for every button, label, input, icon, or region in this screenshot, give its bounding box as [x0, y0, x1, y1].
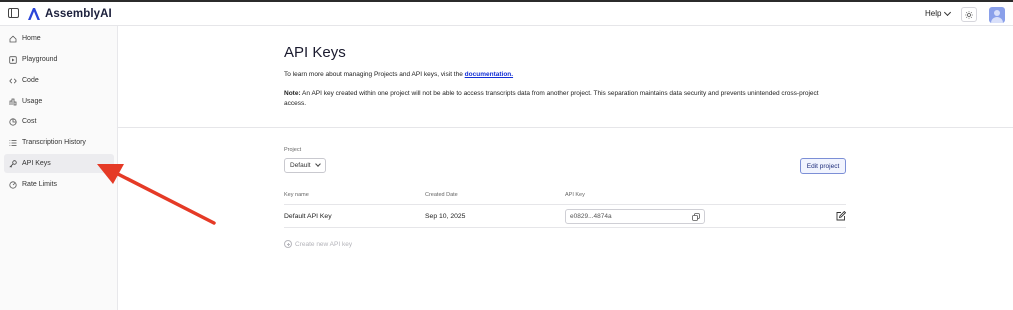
sidebar-item-api-keys[interactable]: API Keys — [4, 154, 114, 173]
avatar-body — [991, 17, 1003, 23]
copy-icon[interactable] — [692, 213, 700, 221]
sidebar-item-label: Usage — [22, 98, 43, 105]
assemblyai-logo-icon — [28, 8, 40, 20]
sidebar: Home Playground Code Usage Cost Transcri… — [0, 26, 118, 310]
code-icon — [9, 77, 17, 85]
note-body: An API key created within one project wi… — [284, 90, 819, 107]
project-label: Project — [284, 147, 302, 153]
bar-chart-icon — [9, 98, 17, 106]
api-key-value: e0829...4874a — [570, 213, 612, 220]
sidebar-item-usage[interactable]: Usage — [4, 92, 114, 111]
chevron-down-icon — [944, 8, 952, 16]
intro-text: To learn more about managing Projects an… — [284, 71, 513, 78]
create-api-key-button[interactable]: Create new API key — [284, 240, 352, 248]
help-label: Help — [925, 9, 942, 18]
avatar[interactable] — [989, 7, 1005, 23]
sidebar-item-transcription-history[interactable]: Transcription History — [4, 133, 114, 152]
brand-name: AssemblyAI — [45, 8, 112, 20]
play-icon — [9, 55, 17, 64]
sidebar-item-label: API Keys — [22, 160, 51, 167]
edit-icon[interactable] — [836, 211, 846, 221]
edit-project-button[interactable]: Edit project — [800, 158, 846, 174]
sidebar-item-label: Code — [22, 77, 39, 84]
column-header-key-name: Key name — [284, 192, 309, 198]
main-content: API Keys To learn more about managing Pr… — [118, 26, 1013, 310]
create-api-key-label: Create new API key — [295, 240, 353, 248]
list-icon — [9, 139, 17, 147]
chevron-down-icon — [314, 161, 321, 167]
sidebar-item-label: Playground — [22, 56, 58, 63]
sidebar-item-home[interactable]: Home — [4, 29, 114, 48]
column-header-created-date: Created Date — [425, 192, 458, 198]
key-name-cell: Default API Key — [284, 213, 332, 220]
note-label: Note: — [284, 90, 301, 97]
pie-chart-icon — [9, 117, 17, 126]
theme-toggle-button[interactable] — [961, 7, 977, 22]
sidebar-item-label: Rate Limits — [22, 181, 58, 188]
sidebar-item-playground[interactable]: Playground — [4, 50, 114, 69]
intro-sentence: To learn more about managing Projects an… — [284, 71, 463, 78]
page-title: API Keys — [284, 44, 346, 61]
api-key-field[interactable]: e0829...4874a — [565, 209, 705, 224]
sidebar-item-cost[interactable]: Cost — [4, 112, 114, 131]
documentation-link[interactable]: documentation. — [465, 71, 513, 78]
sidebar-item-code[interactable]: Code — [4, 71, 114, 90]
help-menu[interactable]: Help — [925, 8, 952, 18]
sun-icon — [965, 10, 973, 19]
section-divider — [118, 127, 1013, 128]
top-bar: AssemblyAI Help — [0, 0, 1013, 26]
column-header-api-key: API Key — [565, 192, 585, 198]
gauge-icon — [9, 180, 17, 189]
sidebar-toggle-icon[interactable] — [8, 8, 19, 18]
note-text: Note: An API key created within one proj… — [284, 89, 832, 108]
logo[interactable]: AssemblyAI — [27, 6, 112, 22]
key-icon — [9, 159, 17, 168]
sidebar-item-label: Home — [22, 35, 41, 42]
avatar-head — [994, 10, 1000, 16]
sidebar-item-label: Cost — [22, 118, 37, 125]
project-select[interactable]: Default — [284, 158, 326, 173]
created-date-cell: Sep 10, 2025 — [425, 213, 466, 220]
table-row: Default API Key Sep 10, 2025 e0829...487… — [284, 204, 846, 228]
plus-circle-icon — [284, 240, 292, 248]
sidebar-item-rate-limits[interactable]: Rate Limits — [4, 175, 114, 194]
home-icon — [9, 35, 17, 43]
project-select-value: Default — [290, 162, 311, 169]
sidebar-item-label: Transcription History — [22, 139, 86, 146]
